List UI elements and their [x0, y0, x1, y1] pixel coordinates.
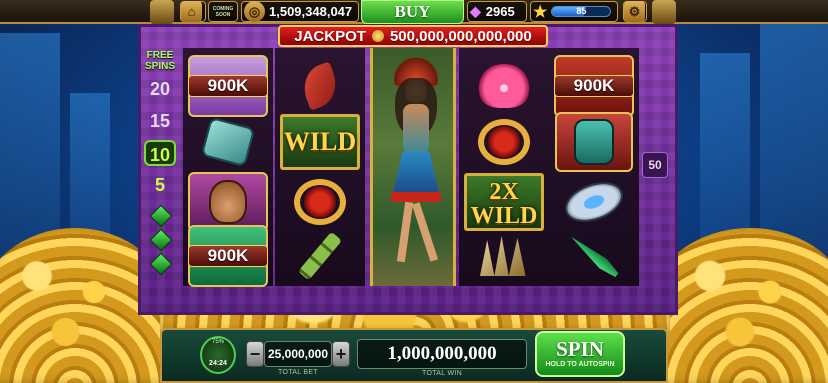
pink-flower-shape	[478, 64, 530, 108]
claw-icon	[464, 220, 544, 292]
jackpot-banner: JACKPOT 500,000,000,000,000	[278, 25, 548, 47]
green-gem-icon	[149, 252, 173, 276]
free-spins-column: FREE SPINS 20 15 10 5	[140, 48, 180, 286]
dancer-body	[403, 104, 429, 154]
level-value: 85	[576, 6, 587, 16]
red-leaf-shape	[297, 61, 343, 111]
tile-value: 900K	[554, 75, 634, 97]
timer-percent: 75%	[211, 339, 224, 345]
dancer-skirt-trim	[391, 192, 441, 202]
gear-icon: ⚙	[624, 1, 645, 22]
jackpot-coin-icon	[371, 30, 384, 42]
increase-bet-button[interactable]: +	[332, 341, 350, 367]
home-icon: ⌂	[181, 1, 202, 22]
spin-button[interactable]: SPIN HOLD TO AUTOSPIN	[535, 331, 625, 377]
coming-soon-badge: COMING SOON	[208, 1, 238, 22]
total-bet-label: TOTAL BET	[278, 369, 318, 376]
coin-stack-icon: ◎	[244, 1, 265, 22]
jackpot-label: JACKPOT	[294, 27, 366, 45]
tile-value: 900K	[188, 75, 268, 97]
autospin-hint: HOLD TO AUTOSPIN	[545, 361, 615, 368]
decrease-bet-button[interactable]: −	[246, 341, 264, 367]
coin-balance-box[interactable]: ◎ 1,509,348,047	[241, 1, 359, 22]
jade-dagger-icon	[554, 220, 634, 292]
tile-value: 900K	[188, 245, 268, 267]
bonus-timer-badge[interactable]: 75% 24:24	[200, 336, 236, 374]
gem-balance-box[interactable]: ◆ 2965	[467, 1, 527, 22]
bamboo-shape	[297, 231, 343, 281]
top-right-ornament	[652, 0, 676, 24]
total-bet-value: 25,000,000	[267, 347, 329, 361]
reel-5: 900K	[549, 48, 639, 286]
green-gem-icon	[149, 228, 173, 252]
reel-4: 2X WILD	[459, 48, 549, 286]
top-left-ornament	[150, 0, 174, 24]
total-bet-field: 25,000,000	[264, 341, 332, 367]
stone-glyph-shape	[200, 116, 256, 168]
bamboo-icon	[280, 220, 360, 292]
free-spins-title-line1: FREE	[146, 50, 174, 61]
jungle-dancer-character	[370, 48, 456, 286]
coming-soon-label: COMING SOON	[212, 5, 234, 18]
reel-1: 900K 900K	[183, 48, 273, 287]
free-spins-option-5[interactable]: 5	[144, 172, 176, 198]
free-spins-option-20[interactable]: 20	[144, 76, 176, 102]
coin-balance: 1,509,348,047	[269, 4, 353, 19]
star-icon: ★	[533, 3, 548, 21]
free-spins-title: FREE SPINS	[140, 50, 180, 72]
dancer-skirt	[393, 152, 439, 194]
jade-dagger-shape	[567, 232, 621, 280]
diamond-icon: ◆	[470, 3, 481, 19]
level-progress-bar: 85	[551, 6, 612, 17]
settings-button[interactable]: ⚙	[623, 1, 647, 22]
reel-2: WILD	[275, 48, 365, 286]
mask-face-icon	[574, 119, 614, 165]
level-box[interactable]: ★ 85	[530, 1, 618, 22]
wild-tile: WILD	[280, 114, 360, 170]
payline-indicator: 50	[642, 152, 668, 178]
value-tile: 900K	[188, 225, 268, 287]
face-icon	[209, 180, 247, 224]
spin-label: SPIN	[556, 337, 604, 361]
dancer-leg-right	[411, 202, 439, 262]
gem-count: 2965	[485, 4, 515, 19]
free-spins-option-10[interactable]: 10	[144, 140, 176, 166]
timer-time: 24:24	[209, 360, 227, 367]
dancer-leg-left	[396, 201, 414, 263]
buy-button[interactable]: BUY	[361, 0, 464, 24]
tiki-mask-shape	[555, 112, 633, 172]
free-spins-title-line2: SPINS	[144, 61, 175, 72]
two-x-label: 2X	[489, 179, 519, 205]
total-win-field: 1,000,000,000	[357, 339, 527, 369]
gold-ring-shape	[294, 179, 346, 225]
free-spins-option-15[interactable]: 15	[144, 108, 176, 134]
jackpot-amount: 500,000,000,000,000	[389, 27, 532, 45]
top-bar: ⌂ COMING SOON ◎ 1,509,348,047 BUY ◆ 2965…	[0, 0, 828, 24]
total-win-label: TOTAL WIN	[422, 370, 462, 377]
jade-tile: 900K	[188, 220, 268, 292]
claw-shape	[480, 236, 526, 276]
green-gem-icon	[149, 204, 173, 228]
home-button[interactable]: ⌂	[180, 1, 206, 22]
gold-ring-shape	[478, 119, 530, 165]
total-win-value: 1,000,000,000	[387, 343, 497, 364]
